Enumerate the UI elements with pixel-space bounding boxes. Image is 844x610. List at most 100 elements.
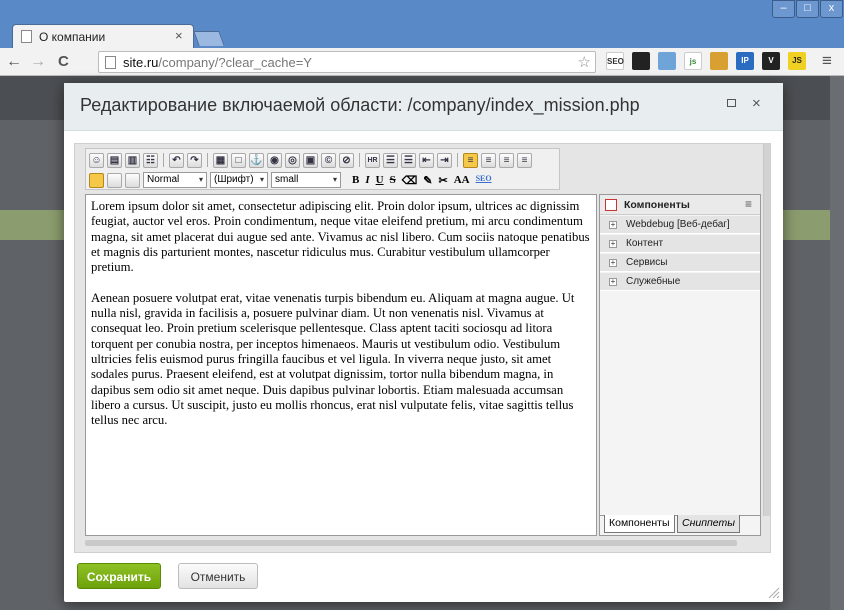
smile-icon[interactable]: ☺: [89, 152, 104, 168]
window-close-button[interactable]: x: [820, 0, 843, 18]
bookmark-star-icon[interactable]: ☆: [578, 53, 591, 71]
cancel-button[interactable]: Отменить: [178, 563, 258, 589]
italic-button[interactable]: I: [365, 174, 369, 187]
toolbar-row-1: ☺ ▤ ▥ ☷ ↶ ↷ ▦ □ ⚓ ◉ ◎ ▣ © ⊘ HR ☰ ☰ ⇤ ⇥ ≡ ≡ ≡ ≡: [89, 151, 532, 169]
tab-components[interactable]: Компоненты: [604, 515, 675, 533]
paste-text-icon[interactable]: ☷: [143, 152, 158, 168]
copyright-icon[interactable]: ©: [321, 152, 336, 168]
eraser-icon[interactable]: ⌫: [402, 174, 418, 187]
table-icon[interactable]: ▦: [213, 152, 228, 168]
components-item-label: Контент: [626, 238, 664, 249]
browser-toolbar: ← → C site.ru/company/?clear_cache=Y ☆ S…: [0, 48, 844, 76]
new-tab-button[interactable]: [193, 31, 225, 46]
font-size-icon[interactable]: AA: [454, 174, 470, 187]
address-bar[interactable]: site.ru/company/?clear_cache=Y ☆: [98, 51, 596, 73]
editor-horizontal-scrollbar[interactable]: [85, 540, 737, 546]
save-button[interactable]: Сохранить: [77, 563, 161, 589]
hr-icon[interactable]: HR: [365, 152, 380, 168]
window-icon[interactable]: [658, 52, 676, 70]
flash-icon[interactable]: ◎: [285, 152, 300, 168]
ip-icon[interactable]: IP: [736, 52, 754, 70]
unordered-list-icon[interactable]: ☰: [401, 152, 416, 168]
window-maximize-button[interactable]: □: [796, 0, 819, 18]
font-select-value: (Шрифт): [214, 174, 254, 185]
bold-button[interactable]: B: [352, 174, 359, 187]
anchor-icon[interactable]: ⚓: [249, 152, 264, 168]
cut-icon[interactable]: ✂: [438, 174, 447, 187]
format-buttons: B I U S ⌫ ✎ ✂ AA SEO: [352, 174, 492, 187]
tab-close-icon[interactable]: ×: [175, 28, 183, 43]
components-panel: Компоненты ≡ + Webdebug [Веб-дебаг] + Конте…: [599, 194, 761, 536]
wysiwyg-mode-icon[interactable]: [89, 172, 104, 188]
page-icon: [105, 56, 116, 69]
expand-plus-icon[interactable]: +: [609, 221, 617, 229]
indent-icon[interactable]: ⇥: [437, 152, 452, 168]
components-list-item[interactable]: + Служебные: [600, 273, 760, 291]
redo-icon[interactable]: ↷: [187, 152, 202, 168]
browser-tab[interactable]: О компании ×: [12, 24, 194, 48]
expand-plus-icon[interactable]: +: [609, 240, 617, 248]
components-list-item[interactable]: + Сервисы: [600, 254, 760, 272]
strike-button[interactable]: S: [390, 174, 396, 187]
window-controls: – □ x: [772, 0, 844, 20]
special-char-icon[interactable]: ⊘: [339, 152, 354, 168]
ordered-list-icon[interactable]: ☰: [383, 152, 398, 168]
v-icon[interactable]: V: [762, 52, 780, 70]
toolbar-row-2: Normal ▾ (Шрифт) ▾ small ▾ B I U S ⌫ ✎ ✂ AA SEO: [89, 171, 492, 189]
maximize-icon[interactable]: [727, 99, 736, 107]
components-menu-icon[interactable]: ≡: [745, 197, 752, 211]
expand-plus-icon[interactable]: +: [609, 259, 617, 267]
close-icon[interactable]: ×: [752, 95, 761, 112]
expand-plus-icon[interactable]: +: [609, 278, 617, 286]
align-center-icon[interactable]: ≡: [481, 152, 496, 168]
resize-handle-icon[interactable]: [766, 585, 780, 599]
code-mode-icon[interactable]: [107, 172, 122, 188]
align-left-icon[interactable]: ≡: [463, 152, 478, 168]
tab-snippets[interactable]: Сниппеты: [677, 515, 740, 533]
snippet-icon[interactable]: ▤: [107, 152, 122, 168]
toolbar-separator: [359, 153, 360, 167]
js-debug-icon[interactable]: js: [684, 52, 702, 70]
size-select[interactable]: small ▾: [271, 172, 341, 188]
components-tabs: Компоненты Сниппеты: [600, 515, 760, 535]
tab-title: О компании: [39, 30, 106, 44]
colorpicker-icon[interactable]: [632, 52, 650, 70]
editor-content[interactable]: Lorem ipsum dolor sit amet, consectetur …: [85, 194, 597, 536]
toolbar-separator: [163, 153, 164, 167]
align-right-icon[interactable]: ≡: [499, 152, 514, 168]
chevron-down-icon: ▾: [332, 175, 337, 184]
forward-button[interactable]: →: [30, 53, 46, 71]
paste-icon[interactable]: ▥: [125, 152, 140, 168]
frame-icon[interactable]: □: [231, 152, 246, 168]
html-editor: ☺ ▤ ▥ ☷ ↶ ↷ ▦ □ ⚓ ◉ ◎ ▣ © ⊘ HR ☰ ☰ ⇤ ⇥ ≡ ≡ ≡ ≡ Normal ▾ (Шрифт)…: [74, 143, 771, 553]
components-item-label: Webdebug [Веб-дебаг]: [626, 219, 730, 230]
editor-vertical-scrollbar[interactable]: [763, 144, 770, 516]
url-host: site.ru: [123, 55, 159, 70]
reload-button[interactable]: C: [58, 53, 69, 70]
browser-menu-button[interactable]: ≡: [822, 51, 832, 71]
underline-button[interactable]: U: [376, 174, 384, 187]
dialog-header: Редактирование включаемой области: /comp…: [64, 83, 783, 131]
font-select[interactable]: (Шрифт) ▾: [210, 172, 268, 188]
outdent-icon[interactable]: ⇤: [419, 152, 434, 168]
components-item-label: Сервисы: [626, 257, 668, 268]
components-list-item[interactable]: + Webdebug [Веб-дебаг]: [600, 216, 760, 234]
edit-include-dialog: Редактирование включаемой области: /comp…: [64, 83, 783, 602]
cookie-icon[interactable]: [710, 52, 728, 70]
image-icon[interactable]: ◉: [267, 152, 282, 168]
undo-icon[interactable]: ↶: [169, 152, 184, 168]
seo-icon[interactable]: SEO: [606, 52, 624, 70]
split-mode-icon[interactable]: [125, 172, 140, 188]
seo-button[interactable]: SEO: [476, 174, 492, 187]
components-list-item[interactable]: + Контент: [600, 235, 760, 253]
justify-icon[interactable]: ≡: [517, 152, 532, 168]
page-scrollbar[interactable]: [830, 76, 844, 610]
toolbar-separator: [457, 153, 458, 167]
media-icon[interactable]: ▣: [303, 152, 318, 168]
js-icon[interactable]: JS: [788, 52, 806, 70]
brush-icon[interactable]: ✎: [423, 174, 432, 187]
page-favicon-icon: [21, 30, 32, 43]
back-button[interactable]: ←: [6, 53, 22, 71]
window-minimize-button[interactable]: –: [772, 0, 795, 18]
style-select[interactable]: Normal ▾: [143, 172, 207, 188]
